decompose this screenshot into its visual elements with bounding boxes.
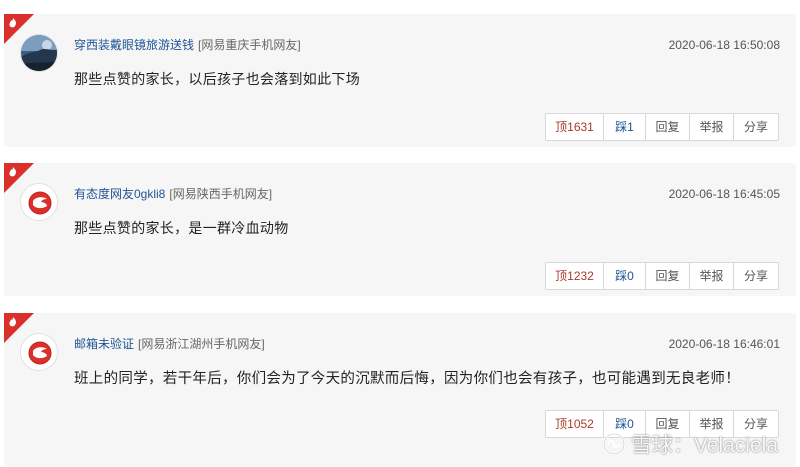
comment-time: 2020-06-18 16:50:08 [668, 38, 780, 52]
reply-button[interactable]: 回复 [646, 263, 690, 289]
xueqiu-logo-icon [601, 431, 627, 457]
comment-time: 2020-06-18 16:46:01 [668, 337, 780, 351]
avatar-netease-logo-icon[interactable] [20, 333, 58, 371]
comment-text: 那些点赞的家长，是一群冷血动物 [74, 220, 289, 236]
comment-time: 2020-06-18 16:45:05 [668, 187, 780, 201]
reply-button[interactable]: 回复 [646, 114, 690, 140]
comment-author-line: 邮箱未验证 [网易浙江湖州手机网友] [74, 336, 265, 352]
report-button[interactable]: 举报 [690, 114, 734, 140]
xueqiu-watermark: 雪球：Velaciela [601, 429, 778, 459]
username-link[interactable]: 有态度网友0gkli8 [74, 187, 165, 201]
user-location: [网易重庆手机网友] [198, 38, 301, 52]
downvote-button[interactable]: 踩1 [604, 114, 646, 140]
comment-actions: 顶1631 踩1 回复 举报 分享 [545, 113, 779, 141]
share-button[interactable]: 分享 [734, 114, 778, 140]
upvote-button[interactable]: 顶1631 [546, 114, 604, 140]
username-link[interactable]: 穿西装戴眼镜旅游送钱 [74, 38, 194, 52]
comment-text: 那些点赞的家长，以后孩子也会落到如此下场 [74, 71, 360, 87]
user-location: [网易浙江湖州手机网友] [138, 337, 265, 351]
watermark-text: 雪球：Velaciela [630, 434, 778, 457]
share-button[interactable]: 分享 [734, 263, 778, 289]
upvote-button[interactable]: 顶1232 [546, 263, 604, 289]
upvote-button[interactable]: 顶1052 [546, 411, 604, 437]
comment-author-line: 穿西装戴眼镜旅游送钱 [网易重庆手机网友] [74, 37, 301, 53]
comment-author-line: 有态度网友0gkli8 [网易陕西手机网友] [74, 186, 272, 202]
downvote-button[interactable]: 踩0 [604, 263, 646, 289]
user-location: [网易陕西手机网友] [169, 187, 273, 201]
avatar[interactable] [20, 34, 58, 72]
comment-actions: 顶1232 踩0 回复 举报 分享 [545, 262, 779, 290]
comment-card: 有态度网友0gkli8 [网易陕西手机网友] 2020-06-18 16:45:0… [4, 163, 796, 296]
comment-text: 班上的同学，若干年后，你们会为了今天的沉默而后悔，因为你们也会有孩子，也可能遇到… [74, 371, 740, 387]
avatar-netease-logo-icon[interactable] [20, 183, 58, 221]
report-button[interactable]: 举报 [690, 263, 734, 289]
username-link[interactable]: 邮箱未验证 [74, 337, 134, 351]
comment-card: 穿西装戴眼镜旅游送钱 [网易重庆手机网友] 2020-06-18 16:50:08… [4, 14, 796, 147]
